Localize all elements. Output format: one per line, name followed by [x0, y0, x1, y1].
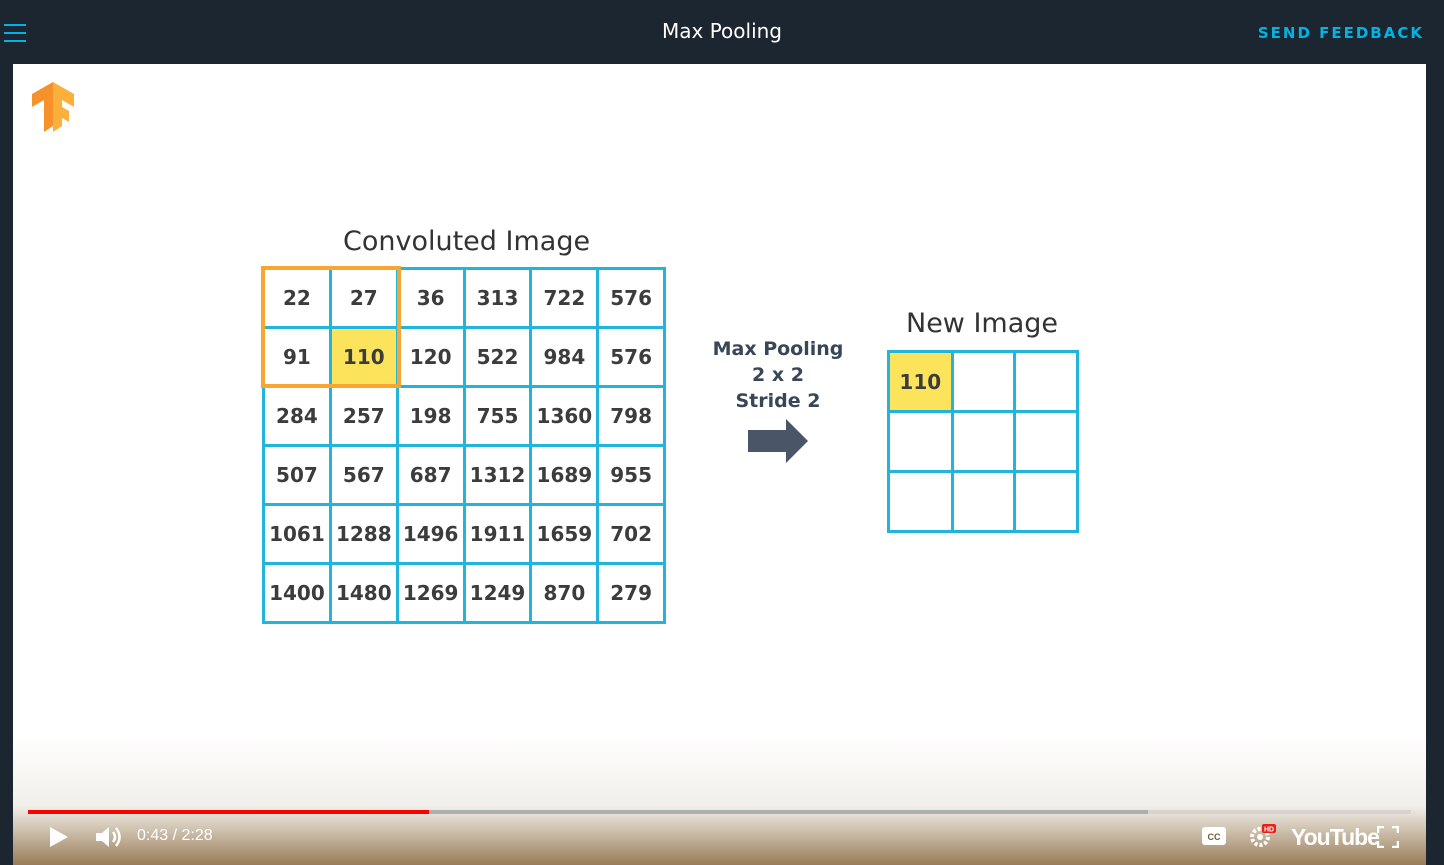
convoluted-cell: 798 [596, 385, 666, 447]
volume-icon[interactable] [94, 824, 122, 850]
convoluted-cell: 702 [596, 503, 666, 565]
video-player[interactable]: Convoluted Image 22 27 36 313 722 576 91 110 120… [13, 64, 1426, 865]
convoluted-cell: 1360 [529, 385, 600, 447]
convoluted-cell: 279 [596, 562, 666, 624]
fullscreen-icon[interactable] [1377, 826, 1399, 848]
convoluted-cell: 687 [395, 444, 466, 506]
convoluted-cell: 1312 [462, 444, 533, 506]
new-image-cell [950, 350, 1017, 413]
grid-row [887, 470, 1079, 533]
new-image-cell [950, 470, 1017, 533]
pooling-label-line: Stride 2 [735, 390, 821, 412]
convoluted-cell: 1911 [462, 503, 533, 565]
new-image-cell [950, 410, 1017, 473]
convoluted-cell: 955 [596, 444, 666, 506]
convoluted-cell: 1061 [262, 503, 332, 565]
convoluted-cell: 27 [328, 267, 399, 329]
new-image-cell [1013, 470, 1079, 533]
convoluted-cell: 870 [529, 562, 600, 624]
grid-row: 110 [887, 350, 1079, 413]
tensorflow-logo-icon [32, 82, 74, 132]
convoluted-cell: 1659 [529, 503, 600, 565]
cc-label: CC [1208, 832, 1221, 842]
new-image-cell [1013, 410, 1079, 473]
pooling-label-line: 2 x 2 [752, 364, 804, 386]
convoluted-cell: 567 [328, 444, 399, 506]
grid-row: 507 567 687 1312 1689 955 [262, 444, 666, 506]
controls-overlay [13, 735, 1426, 865]
new-image-grid: 110 [887, 350, 1079, 533]
convoluted-cell: 755 [462, 385, 533, 447]
convoluted-cell: 522 [462, 326, 533, 388]
convoluted-cell: 1496 [395, 503, 466, 565]
new-image-cell: 110 [887, 350, 954, 413]
convoluted-cell: 313 [462, 267, 533, 329]
top-bar: Max Pooling SEND FEEDBACK [0, 0, 1444, 64]
pooling-label: Max Pooling 2 x 2 Stride 2 [693, 336, 863, 414]
new-image-cell [887, 410, 954, 473]
hd-badge: HD [1264, 827, 1274, 834]
pooling-label-line: Max Pooling [712, 338, 844, 360]
new-image-cell [887, 470, 954, 533]
convoluted-cell: 120 [395, 326, 466, 388]
convoluted-cell: 36 [395, 267, 466, 329]
closed-captions-icon[interactable]: CC [1202, 827, 1226, 845]
convoluted-cell: 1400 [262, 562, 332, 624]
progress-bar[interactable] [28, 810, 1411, 814]
convoluted-cell: 576 [596, 267, 666, 329]
right-arrow-icon [748, 419, 808, 463]
convoluted-image-title: Convoluted Image [343, 226, 591, 257]
play-icon[interactable] [46, 825, 70, 849]
grid-row: 284 257 198 755 1360 798 [262, 385, 666, 447]
convoluted-cell: 1689 [529, 444, 600, 506]
convoluted-cell: 507 [262, 444, 332, 506]
convoluted-cell: 22 [262, 267, 332, 329]
menu-icon[interactable] [4, 24, 26, 42]
convoluted-cell: 576 [596, 326, 666, 388]
convoluted-image-grid: 22 27 36 313 722 576 91 110 120 522 984 576 284 257 19… [262, 267, 666, 624]
youtube-logo[interactable]: YouTube [1291, 824, 1380, 851]
convoluted-cell: 1480 [328, 562, 399, 624]
convoluted-cell: 284 [262, 385, 332, 447]
convoluted-cell: 1288 [328, 503, 399, 565]
settings-gear-icon[interactable]: HD [1248, 822, 1276, 850]
convoluted-cell: 1269 [395, 562, 466, 624]
grid-row: 91 110 120 522 984 576 [262, 326, 666, 388]
time-display: 0:43 / 2:28 [137, 827, 213, 844]
grid-row: 1400 1480 1269 1249 870 279 [262, 562, 666, 624]
convoluted-cell: 257 [328, 385, 399, 447]
grid-row [887, 410, 1079, 473]
convoluted-cell: 722 [529, 267, 600, 329]
convoluted-cell: 1249 [462, 562, 533, 624]
send-feedback-button[interactable]: SEND FEEDBACK [1258, 24, 1424, 42]
page-title: Max Pooling [661, 19, 782, 43]
convoluted-cell: 198 [395, 385, 466, 447]
new-image-title: New Image [906, 308, 1059, 339]
grid-row: 22 27 36 313 722 576 [262, 267, 666, 329]
grid-row: 1061 1288 1496 1911 1659 702 [262, 503, 666, 565]
convoluted-cell: 984 [529, 326, 600, 388]
convoluted-cell: 91 [262, 326, 332, 388]
new-image-cell [1013, 350, 1079, 413]
convoluted-cell: 110 [328, 326, 399, 388]
progress-played [28, 810, 430, 814]
